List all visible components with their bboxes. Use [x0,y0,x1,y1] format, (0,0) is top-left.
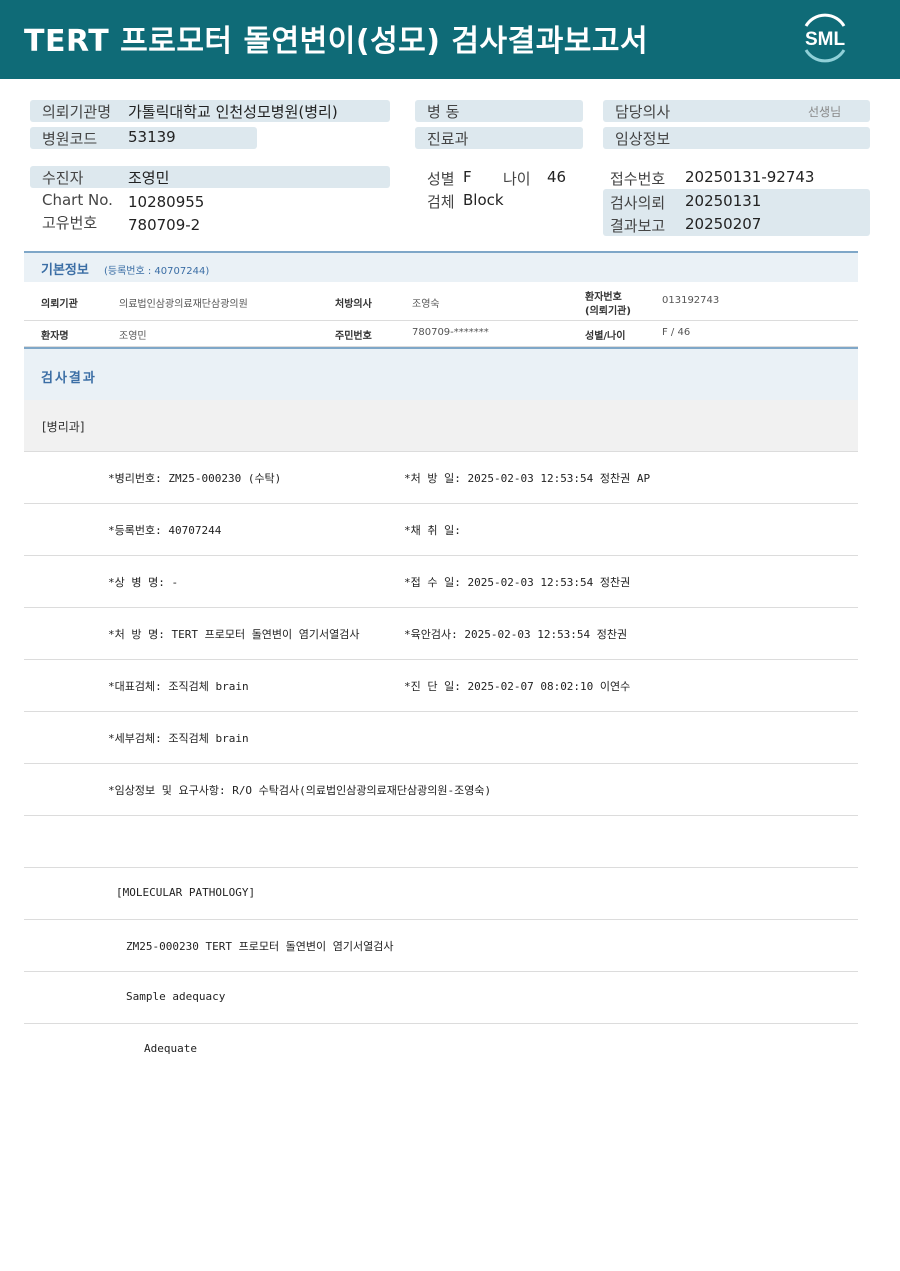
age-label: 나이 [503,170,531,188]
hospital-code-field: 병원코드 53139 [30,127,257,149]
result-left: *대표검체: 조직검체 brain [108,680,249,693]
result-title: 검사결과 [41,371,97,386]
receipt-value: 20250131-92743 [685,168,815,186]
result-left: *등록번호: 40707244 [108,524,222,537]
sex-value: F [463,168,472,186]
sample-adequacy-value: Adequate [144,1042,197,1055]
basic-key: 처방의사 [335,299,372,310]
specimen-value: Block [463,191,504,209]
result-row: *병리번호: ZM25-000230 (수탁) *처 방 일: 2025-02-… [24,452,858,504]
result-row: *상 병 명: - *접 수 일: 2025-02-03 12:53:54 정찬… [24,556,858,608]
clinical-label: 임상정보 [615,130,671,148]
result-header: 검사결과 [24,347,858,400]
department-label: 진료과 [427,130,469,148]
patient-field: 수진자 조영민 [30,166,390,188]
doctor-suffix: 선생님 [808,105,842,119]
test-name: ZM25-000230 TERT 프로모터 돌연변이 염기서열검사 [126,940,394,953]
logo-text: SML [805,29,846,50]
result-right: *진 단 일: 2025-02-07 08:02:10 이연수 [404,680,631,693]
result-row: *임상정보 및 요구사항: R/O 수탁검사(의료법인삼광의료재단삼광의원-조영… [24,764,858,816]
basic-value: 013192743 [662,295,720,306]
result-right: *처 방 일: 2025-02-03 12:53:54 정찬권 AP [404,472,651,485]
basic-info-row: 의뢰기관 의료법인삼광의료재단삼광의원 처방의사 조영숙 환자번호 (의뢰기관)… [24,282,858,321]
hospital-code-label: 병원코드 [42,130,98,148]
report-title: TERT 프로모터 돌연변이(성모) 검사결과보고서 [24,24,649,59]
institution-value: 가톨릭대학교 인천성모병원(병리) [128,103,338,121]
basic-info-title: 기본정보 [41,263,89,278]
result-right: *접 수 일: 2025-02-03 12:53:54 정찬권 [404,576,631,589]
chart-label: Chart No. [42,191,113,209]
age-value: 46 [547,168,567,186]
report-header: TERT 프로모터 돌연변이(성모) 검사결과보고서 SML [0,0,900,79]
basic-key: 주민번호 [335,331,372,342]
sample-adequacy-label: Sample adequacy [126,990,226,1003]
result-row: *처 방 명: TERT 프로모터 돌연변이 염기서열검사 *육안검사: 202… [24,608,858,660]
specimen-label: 검체 [427,193,455,211]
basic-key: 의뢰기관 [41,299,78,310]
report-label: 결과보고 [610,217,666,235]
institution-label: 의뢰기관명 [42,103,112,121]
ward-field: 병 동 [415,100,583,122]
result-left: *상 병 명: - [108,576,179,589]
receipt-label: 접수번호 [610,170,666,188]
result-row-last: Adequate [24,1024,858,1076]
report-value: 20250207 [685,215,762,233]
clinical-field: 임상정보 [603,127,870,149]
institution-field: 의뢰기관명 가톨릭대학교 인천성모병원(병리) [30,100,390,122]
result-row: *대표검체: 조직검체 brain *진 단 일: 2025-02-07 08:… [24,660,858,712]
request-value: 20250131 [685,192,762,210]
result-row-empty [24,816,858,868]
result-left: *처 방 명: TERT 프로모터 돌연변이 염기서열검사 [108,628,360,641]
molecular-section-title: [MOLECULAR PATHOLOGY] [116,886,256,899]
basic-key: 환자명 [41,331,69,342]
request-report-box: 검사의뢰 20250131 결과보고 20250207 [603,189,870,236]
basic-value: 조영숙 [412,299,440,310]
sml-logo: SML [796,12,854,64]
hospital-code-value: 53139 [128,128,176,146]
basic-key: (의뢰기관) [585,306,631,317]
result-left: *병리번호: ZM25-000230 (수탁) [108,472,282,485]
patient-label: 수진자 [42,169,84,187]
basic-info-reg: (등록번호 : 40707244) [104,266,210,277]
ward-label: 병 동 [427,103,460,121]
basic-info-header: 기본정보 (등록번호 : 40707244) [24,251,858,282]
basic-value: 의료법인삼광의료재단삼광의원 [119,299,248,310]
request-label: 검사의뢰 [610,194,666,212]
result-right: *육안검사: 2025-02-03 12:53:54 정찬권 [404,628,628,641]
result-row: ZM25-000230 TERT 프로모터 돌연변이 염기서열검사 [24,920,858,972]
department-name: [병리과] [42,420,85,434]
basic-value: F / 46 [662,327,691,338]
basic-key: 성별/나이 [585,331,626,342]
result-row: *세부검체: 조직검체 brain [24,712,858,764]
department-field: 진료과 [415,127,583,149]
doctor-label: 담당의사 [615,103,671,121]
result-left: *임상정보 및 요구사항: R/O 수탁검사(의료법인삼광의료재단삼광의원-조영… [108,784,492,797]
result-row: Sample adequacy [24,972,858,1024]
basic-info-row: 환자명 조영민 주민번호 780709-******* 성별/나이 F / 46 [24,321,858,347]
basic-value: 조영민 [119,331,147,342]
unique-value: 780709-2 [128,216,201,234]
result-left: *세부검체: 조직검체 brain [108,732,249,745]
result-right: *채 취 일: [404,524,461,537]
basic-value: 780709-******* [412,327,489,338]
result-row: [MOLECULAR PATHOLOGY] [24,868,858,920]
doctor-field: 담당의사 선생님 [603,100,870,122]
chart-value: 10280955 [128,193,205,211]
department-row: [병리과] [24,400,858,452]
unique-label: 고유번호 [42,214,98,232]
patient-value: 조영민 [128,169,170,187]
sex-label: 성별 [427,170,455,188]
basic-key: 환자번호 [585,292,622,303]
result-row: *등록번호: 40707244 *채 취 일: [24,504,858,556]
